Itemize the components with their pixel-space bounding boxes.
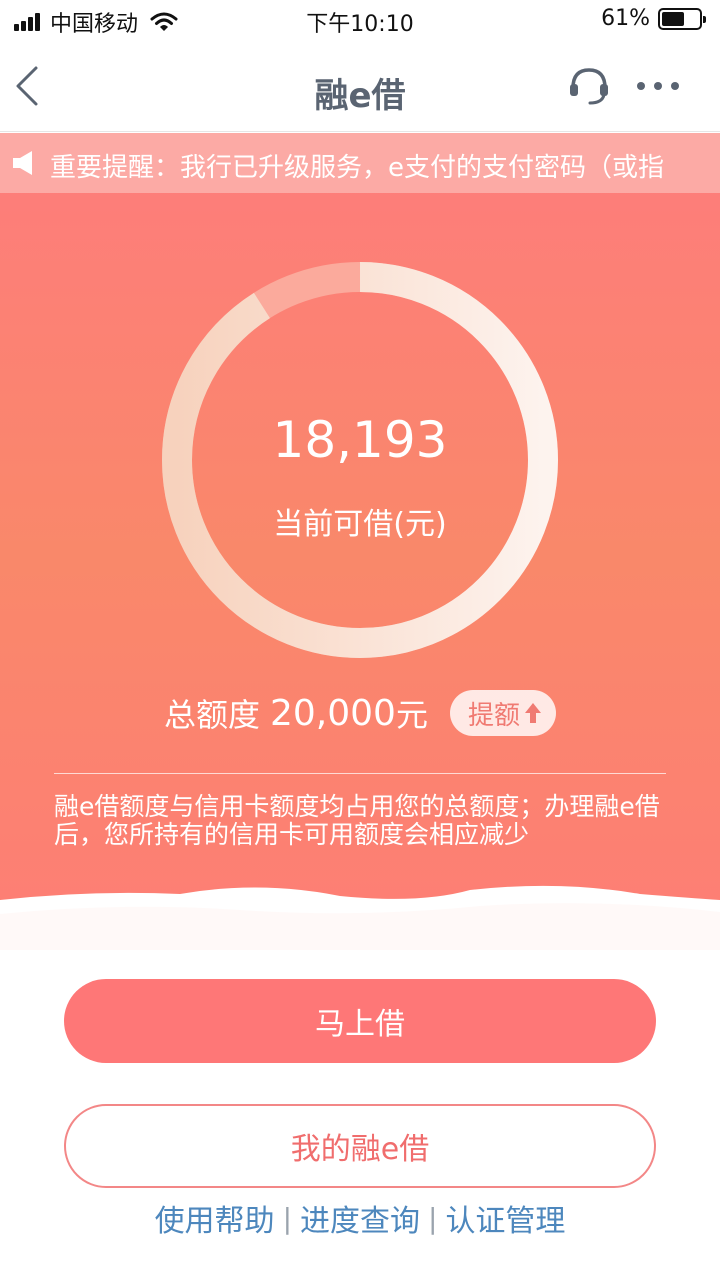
customer-service-icon[interactable]	[568, 66, 610, 106]
link-separator: |	[428, 1201, 438, 1235]
battery-icon	[658, 7, 706, 30]
arrow-up-icon	[525, 703, 541, 723]
notice-bar[interactable]: 重要提醒：我行已升级服务，e支付的支付密码（或指	[0, 133, 720, 193]
divider	[54, 773, 666, 774]
status-bar: 中国移动 下午10:10 61%	[0, 0, 720, 40]
nav-bar: 融e借	[0, 40, 720, 132]
my-loan-button[interactable]: 我的融e借	[64, 1104, 656, 1188]
total-quota-row: 总额度 20,000 元 提额	[0, 688, 720, 738]
raise-limit-button[interactable]: 提额	[449, 690, 556, 736]
available-label: 当前可借(元)	[273, 507, 447, 542]
auth-management-link[interactable]: 认证管理	[445, 1196, 565, 1240]
total-quota-unit: 元	[395, 696, 428, 734]
speaker-icon	[13, 151, 32, 175]
total-quota-label: 总额度	[163, 696, 260, 734]
help-link[interactable]: 使用帮助	[155, 1196, 275, 1240]
footer-links: 使用帮助 | 进度查询 | 认证管理	[0, 1196, 720, 1240]
quota-description: 融e借额度与信用卡额度均占用您的总额度；办理融e借后，您所持有的信用卡可用额度会…	[54, 792, 660, 849]
status-right: 61%	[601, 6, 706, 31]
total-quota-value: 20,000	[270, 692, 396, 734]
available-amount: 18,193	[272, 411, 448, 469]
raise-limit-label: 提额	[467, 700, 520, 731]
progress-query-link[interactable]: 进度查询	[300, 1196, 420, 1240]
borrow-now-button[interactable]: 马上借	[64, 979, 656, 1063]
more-icon[interactable]	[636, 80, 680, 92]
notice-text: 重要提醒：我行已升级服务，e支付的支付密码（或指	[50, 153, 664, 183]
battery-fill	[662, 11, 684, 26]
wave-decoration	[0, 885, 720, 950]
credit-hero: 重要提醒：我行已升级服务，e支付的支付密码（或指 18,193 当前可借(元) …	[0, 133, 720, 900]
link-separator: |	[282, 1201, 292, 1235]
page-title: 融e借	[314, 76, 406, 116]
battery-percent: 61%	[601, 6, 650, 31]
